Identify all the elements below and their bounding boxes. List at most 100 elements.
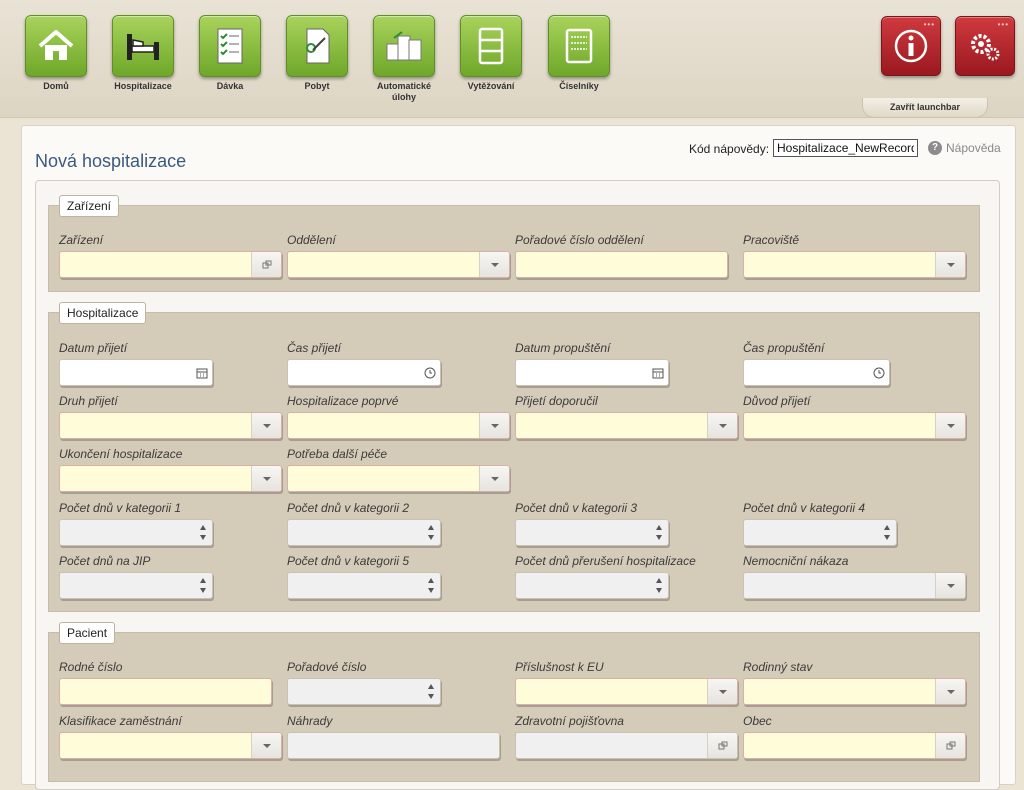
section-title: Zařízení [59,195,120,217]
field-poradove-cislo-oddeleni: Pořadové číslo oddělení [515,233,728,278]
cas-propusteni-input[interactable] [744,360,889,385]
prijeti-doporucil-dropdown-button[interactable] [707,413,737,438]
poradove-cislo-input[interactable] [288,679,440,704]
hospitalizace-poprve-select[interactable] [288,413,509,438]
field-pocet-dnu-k2: Počet dnů v kategorii 2 [287,501,441,546]
launch-home[interactable]: Domů [16,15,96,92]
duvod-prijeti-select[interactable] [744,413,965,438]
section-title: Pacient [59,622,116,644]
pocet-dnu-jip-input[interactable] [60,573,212,598]
pocet-dnu-k4-spinner[interactable] [881,523,893,542]
pocet-dnu-k1-spinner[interactable] [197,523,209,542]
spin-down-icon [428,694,434,699]
rodinny-stav-dropdown-button[interactable] [935,679,965,704]
field-duvod-prijeti: Důvod přijetí [743,394,966,439]
launch-ciselniky[interactable]: Číselníky [539,15,619,92]
field-pocet-dnu-k1: Počet dnů v kategorii 1 [59,501,213,546]
ukonceni-hospitalizace-select[interactable] [60,466,281,491]
help-icon: ? [928,141,942,155]
pocet-dnu-k5-input[interactable] [288,573,440,598]
duvod-prijeti-dropdown-button[interactable] [935,413,965,438]
pracoviste-dropdown-button[interactable] [935,252,965,277]
potreba-dalsi-pece-select[interactable] [288,466,509,491]
klasifikace-zamestnani-select[interactable] [60,733,281,758]
pocet-dnu-preruseni-input[interactable] [516,573,668,598]
calendar-icon [652,368,664,378]
pracoviste-select[interactable] [744,252,965,277]
prijeti-doporucil-select[interactable] [516,413,737,438]
field-poradove-cislo: Pořadové číslo [287,660,441,705]
spin-down-icon [884,535,890,540]
pocet-dnu-jip-spinner[interactable] [197,576,209,595]
druh-prijeti-select[interactable] [60,413,281,438]
close-launchbar-button[interactable]: Zavřít launchbar [862,98,988,118]
klasifikace-zamestnani-dropdown-button[interactable] [251,733,281,758]
poradove-cislo-spinner[interactable] [425,682,437,701]
chevron-down-icon [946,583,955,588]
chevron-down-icon [262,476,271,481]
pocet-dnu-k5-spinner[interactable] [425,576,437,595]
datum-propusteni-input[interactable] [516,360,668,385]
section-hospitalizace: Hospitalizace Datum přijetí Čas přijetí … [48,302,980,612]
launch-pobyt[interactable]: Pobyt [277,15,357,92]
cas-prijeti-input[interactable] [288,360,440,385]
oddeleni-dropdown-button[interactable] [479,252,509,277]
field-nemocnicni-nakaza: Nemocniční nákaza [743,554,966,599]
spin-down-icon [656,535,662,540]
spin-up-icon [428,578,434,583]
pocet-dnu-k1-input[interactable] [60,520,212,545]
rodne-cislo-input[interactable] [60,679,271,704]
zdravotni-pojistovna-input[interactable] [516,733,737,758]
oddeleni-select[interactable] [288,252,509,277]
help-code-input[interactable] [773,139,918,157]
poradove-cislo-oddeleni-input[interactable] [516,252,727,277]
cas-propusteni-clock-button[interactable] [869,360,889,385]
prislusnost-eu-select[interactable] [516,679,737,704]
hospitalizace-poprve-dropdown-button[interactable] [479,413,509,438]
spin-up-icon [884,525,890,530]
field-potreba-dalsi-pece: Potřeba další péče [287,447,510,492]
pocet-dnu-k4-input[interactable] [744,520,896,545]
ukonceni-hospitalizace-dropdown-button[interactable] [251,466,281,491]
settings-button[interactable]: ••• [955,16,1015,76]
obec-picker-button[interactable] [935,733,965,758]
section-pacient: Pacient Rodné číslo Pořadové číslo Přísl… [48,622,980,782]
datum-propusteni-calendar-button[interactable] [648,360,668,385]
nemocnicni-nakaza-dropdown-button[interactable] [935,573,965,598]
obec-input[interactable] [744,733,965,758]
chevron-down-icon [946,262,955,267]
druh-prijeti-dropdown-button[interactable] [251,413,281,438]
launch-automaticke-ulohy-label: Automatické úlohy [376,81,431,102]
field-pocet-dnu-k4: Počet dnů v kategorii 4 [743,501,897,546]
pocet-dnu-preruseni-spinner[interactable] [653,576,665,595]
zarizeni-picker-button[interactable] [251,252,281,277]
prislusnost-eu-dropdown-button[interactable] [707,679,737,704]
zdravotni-pojistovna-picker-button[interactable] [707,733,737,758]
field-nahrady: Náhrady [287,714,500,759]
potreba-dalsi-pece-dropdown-button[interactable] [479,466,509,491]
pocet-dnu-k2-input[interactable] [288,520,440,545]
zarizeni-input[interactable] [60,252,281,277]
pocet-dnu-k2-spinner[interactable] [425,523,437,542]
chevron-down-icon [490,476,499,481]
help-link[interactable]: ? Nápověda [928,141,1001,155]
nemocnicni-nakaza-select[interactable] [744,573,965,598]
pocet-dnu-k3-input[interactable] [516,520,668,545]
launch-hospitalizace[interactable]: Hospitalizace [103,15,183,92]
spin-down-icon [656,588,662,593]
datum-prijeti-input[interactable] [60,360,212,385]
info-button[interactable]: ••• [881,16,941,76]
datum-prijeti-calendar-button[interactable] [192,360,212,385]
launch-vytezovani[interactable]: Vytěžování [451,15,531,92]
launch-home-label: Domů [43,81,69,91]
launch-davka[interactable]: Dávka [190,15,270,92]
launch-automaticke-ulohy[interactable]: Automatické úlohy [364,15,444,103]
popup-icon [718,741,727,749]
section-title: Hospitalizace [59,302,147,324]
cas-prijeti-clock-button[interactable] [420,360,440,385]
rodinny-stav-select[interactable] [744,679,965,704]
launchbar: Domů Hospitalizace Dávka Pobyt Automatic… [0,0,1024,118]
nahrady-input[interactable] [288,733,499,758]
field-pracoviste: Pracoviště [743,233,966,278]
pocet-dnu-k3-spinner[interactable] [653,523,665,542]
